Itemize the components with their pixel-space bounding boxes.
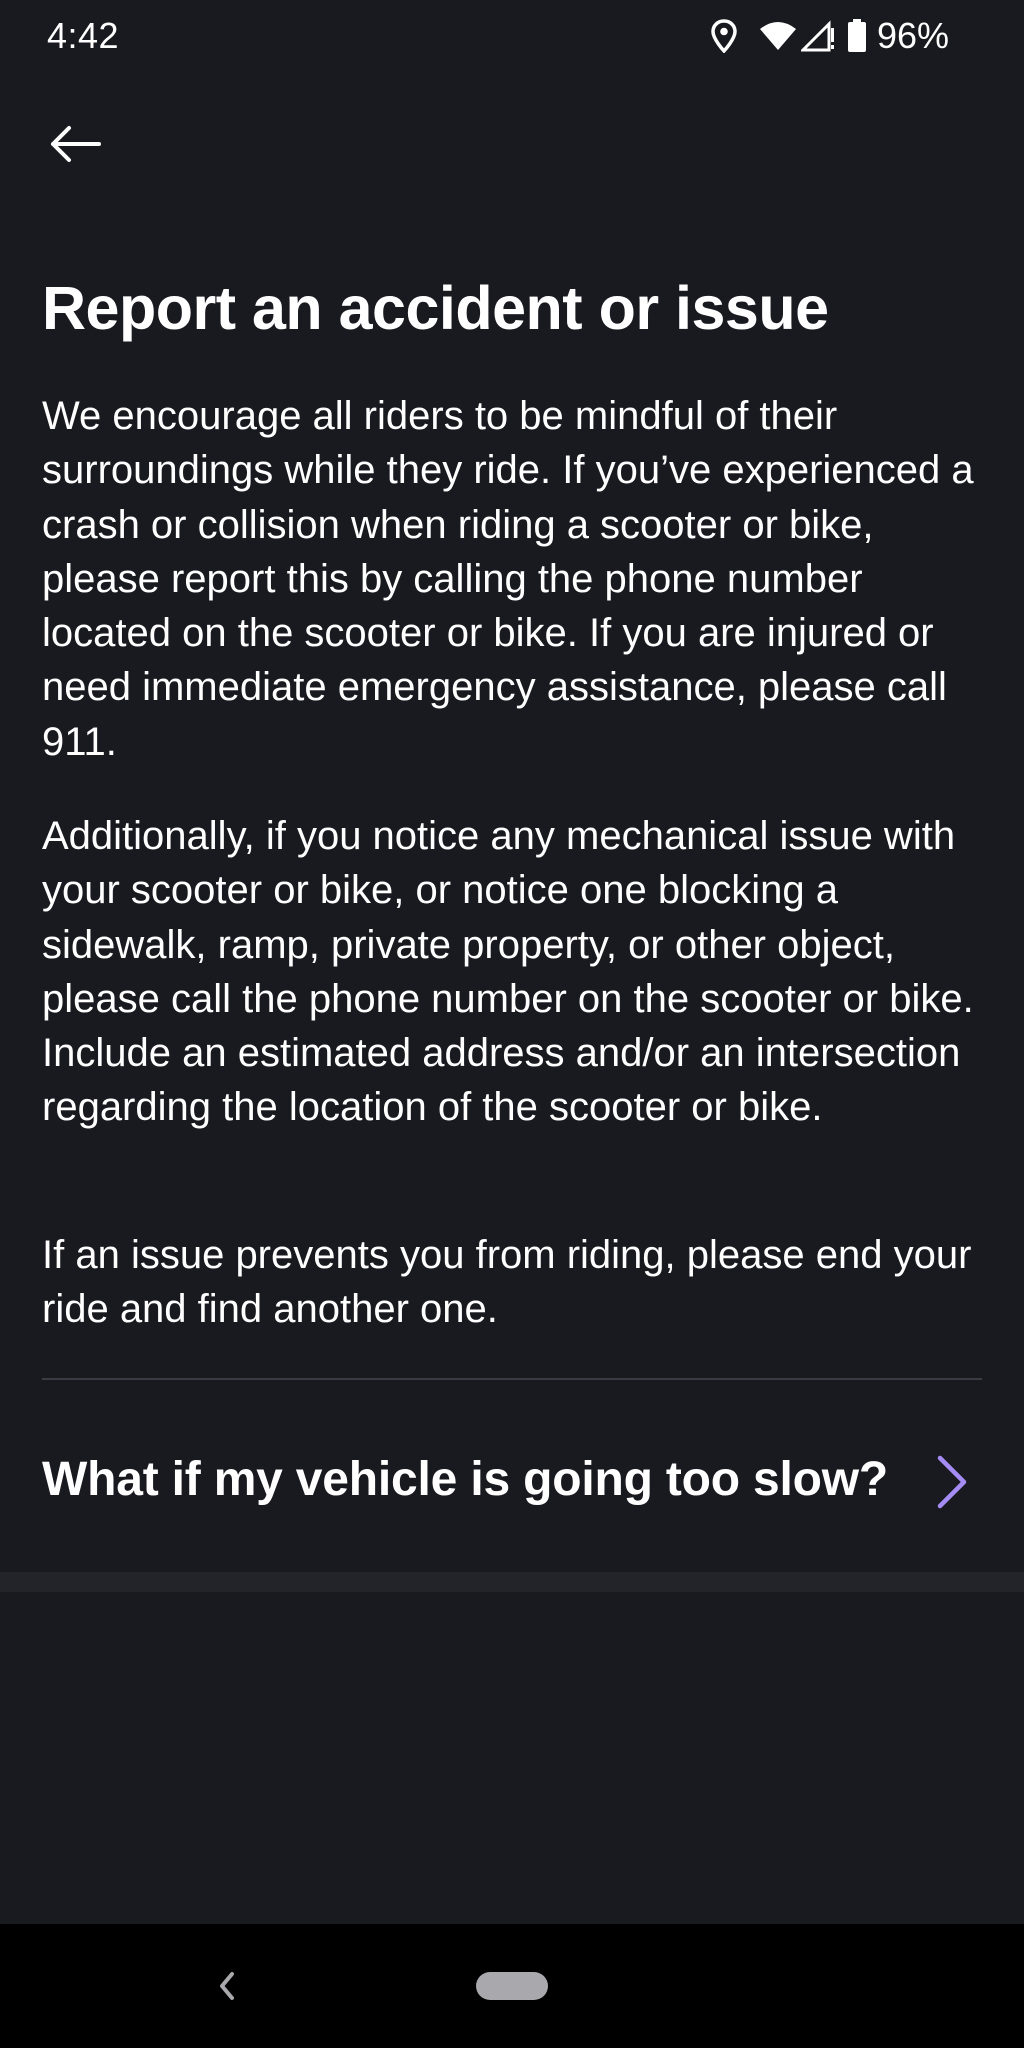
- paragraph-end-ride: If an issue prevents you from riding, pl…: [42, 1233, 972, 1332]
- location-icon: [711, 19, 737, 53]
- faq-question-label: What if my vehicle is going too slow?: [42, 1453, 889, 1506]
- nav-back-button[interactable]: [200, 1954, 254, 2018]
- status-time: 4:42: [47, 15, 120, 56]
- wifi-icon: [759, 21, 797, 51]
- status-bar: 4:42 96%: [0, 0, 1024, 72]
- paragraph-crash-report: We encourage all riders to be mindful of…: [42, 394, 974, 764]
- signal-icon: [800, 20, 835, 52]
- battery-icon: [847, 19, 867, 53]
- section-separator: [0, 1572, 1024, 1592]
- divider: [42, 1378, 982, 1380]
- page-title: Report an accident or issue: [42, 274, 829, 342]
- system-navigation-bar: [0, 1924, 1024, 2048]
- paragraph-mechanical-issue: Additionally, if you notice any mechanic…: [42, 814, 974, 1130]
- battery-percent: 96%: [876, 15, 949, 56]
- status-icons: 96%: [711, 12, 949, 60]
- faq-item-vehicle-slow[interactable]: What if my vehicle is going too slow?: [0, 1382, 1024, 1572]
- back-button[interactable]: [32, 112, 118, 180]
- arrow-left-icon: [47, 124, 103, 169]
- home-pill-icon[interactable]: [476, 1972, 548, 2000]
- chevron-right-icon: [930, 1452, 974, 1512]
- chevron-left-icon: [200, 1972, 254, 2022]
